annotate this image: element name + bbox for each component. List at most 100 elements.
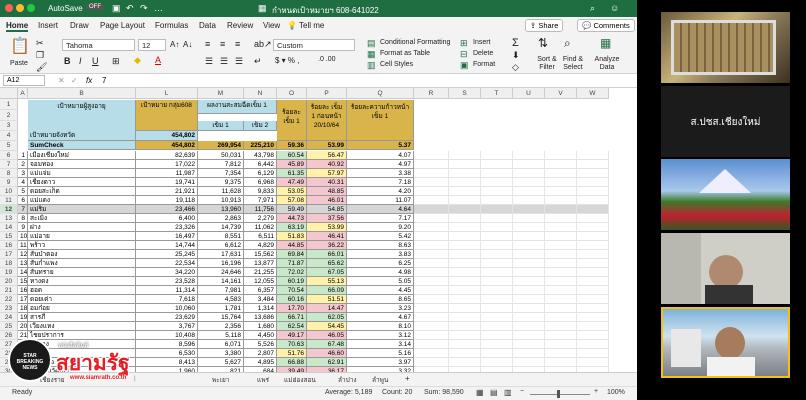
row-number[interactable]: 19: [18, 313, 28, 322]
pct-dose1-cell[interactable]: 60.54: [277, 151, 307, 160]
pct-prev-cell[interactable]: 14.47: [307, 304, 347, 313]
empty-cell[interactable]: [481, 178, 513, 187]
more-icon[interactable]: …: [154, 3, 163, 13]
empty-cell[interactable]: [481, 214, 513, 223]
dose2-cell[interactable]: 5,526: [244, 340, 277, 349]
dose2-cell[interactable]: 1,680: [244, 322, 277, 331]
pct-prev-cell[interactable]: 62.05: [307, 313, 347, 322]
page-break-view-icon[interactable]: ▥: [504, 388, 512, 397]
align-right-icon[interactable]: ☰: [235, 56, 243, 67]
save-icon[interactable]: ▣: [112, 3, 121, 14]
dose2-cell[interactable]: 9,833: [244, 187, 277, 196]
empty-cell[interactable]: [481, 358, 513, 367]
empty-cell[interactable]: [577, 205, 609, 214]
empty-cell[interactable]: [481, 205, 513, 214]
empty-cell[interactable]: [449, 259, 481, 268]
row-header[interactable]: 2: [0, 110, 18, 121]
empty-cell[interactable]: [577, 187, 609, 196]
align-middle-icon[interactable]: ≡: [220, 39, 225, 49]
column-header[interactable]: P: [307, 88, 347, 99]
dose2-cell[interactable]: 4,450: [244, 331, 277, 340]
progress-cell[interactable]: 6.25: [347, 259, 414, 268]
target-cell[interactable]: 19,118: [136, 196, 198, 205]
progress-cell[interactable]: 8.63: [347, 241, 414, 250]
empty-cell[interactable]: [513, 340, 545, 349]
row-number[interactable]: 11: [18, 241, 28, 250]
empty-cell[interactable]: [577, 160, 609, 169]
zoom-slider[interactable]: [530, 394, 590, 395]
tab-page-layout[interactable]: Page Layout: [100, 21, 145, 30]
district-name[interactable]: เมืองเชียงใหม่: [28, 151, 136, 160]
row-header[interactable]: 23: [0, 304, 18, 313]
pct-prev-cell[interactable]: 46.41: [307, 232, 347, 241]
empty-cell[interactable]: [545, 295, 577, 304]
row-number[interactable]: 7: [18, 205, 28, 214]
empty-cell[interactable]: [449, 214, 481, 223]
row-header[interactable]: 14: [0, 223, 18, 232]
row-header[interactable]: 24: [0, 313, 18, 322]
empty-cell[interactable]: [545, 151, 577, 160]
column-header[interactable]: Q: [347, 88, 414, 99]
pct-dose1-cell[interactable]: 61.35: [277, 169, 307, 178]
empty-cell[interactable]: [481, 223, 513, 232]
font-name-field[interactable]: Tahoma: [62, 39, 135, 51]
bold-icon[interactable]: B: [64, 56, 71, 66]
empty-cell[interactable]: [481, 340, 513, 349]
column-header[interactable]: V: [545, 88, 577, 99]
row-header[interactable]: 13: [0, 214, 18, 223]
empty-cell[interactable]: [414, 214, 449, 223]
dose2-cell[interactable]: 13,686: [244, 313, 277, 322]
dose2-cell[interactable]: 6,129: [244, 169, 277, 178]
sort-filter-button[interactable]: Sort & Filter: [534, 56, 560, 72]
pct-dose1-cell[interactable]: 62.54: [277, 322, 307, 331]
empty-cell[interactable]: [414, 268, 449, 277]
empty-cell[interactable]: [414, 304, 449, 313]
empty-cell[interactable]: [577, 349, 609, 358]
empty-cell[interactable]: [545, 286, 577, 295]
cell-styles-button[interactable]: Cell Styles: [380, 61, 413, 68]
column-header[interactable]: B: [28, 88, 136, 99]
column-header[interactable]: O: [277, 88, 307, 99]
empty-cell[interactable]: [481, 169, 513, 178]
clear-icon[interactable]: ◇: [512, 62, 519, 73]
pct-dose1-cell[interactable]: 63.19: [277, 223, 307, 232]
pct-dose1-cell[interactable]: 66.71: [277, 313, 307, 322]
empty-cell[interactable]: [414, 349, 449, 358]
empty-cell[interactable]: [577, 286, 609, 295]
district-name[interactable]: จอมทอง: [28, 160, 136, 169]
row-header[interactable]: 21: [0, 286, 18, 295]
dose1-cell[interactable]: 13,960: [198, 205, 244, 214]
tab-view[interactable]: View: [263, 21, 280, 30]
pct-dose1-cell[interactable]: 45.89: [277, 160, 307, 169]
target-cell[interactable]: 34,220: [136, 268, 198, 277]
row-header[interactable]: 8: [0, 169, 18, 178]
row-header[interactable]: 15: [0, 232, 18, 241]
dose2-cell[interactable]: 21,255: [244, 268, 277, 277]
pct-dose1-cell[interactable]: 70.54: [277, 286, 307, 295]
tab-formulas[interactable]: Formulas: [155, 21, 188, 30]
pct-dose1-cell[interactable]: 49.17: [277, 331, 307, 340]
sheet-tab-5[interactable]: ลำปาง: [338, 375, 357, 385]
empty-cell[interactable]: [545, 187, 577, 196]
dose2-cell[interactable]: 13,877: [244, 259, 277, 268]
dose1-cell[interactable]: 2,863: [198, 214, 244, 223]
empty-cell[interactable]: [449, 286, 481, 295]
row-number[interactable]: 9: [18, 223, 28, 232]
progress-cell[interactable]: 3.83: [347, 250, 414, 259]
empty-cell[interactable]: [414, 232, 449, 241]
row-number[interactable]: 2: [18, 160, 28, 169]
pct-dose1-cell[interactable]: 71.87: [277, 259, 307, 268]
column-header[interactable]: W: [577, 88, 609, 99]
empty-cell[interactable]: [414, 259, 449, 268]
pct-prev-cell[interactable]: 57.97: [307, 169, 347, 178]
column-header[interactable]: R: [414, 88, 449, 99]
progress-cell[interactable]: 4.67: [347, 313, 414, 322]
normal-view-icon[interactable]: ▦: [476, 388, 484, 397]
dose1-cell[interactable]: 7,354: [198, 169, 244, 178]
pct-prev-cell[interactable]: 67.48: [307, 340, 347, 349]
empty-cell[interactable]: [449, 169, 481, 178]
pct-prev-cell[interactable]: 55.13: [307, 277, 347, 286]
font-size-field[interactable]: 12: [138, 39, 166, 51]
dose1-cell[interactable]: 14,739: [198, 223, 244, 232]
dose2-cell[interactable]: 6,968: [244, 178, 277, 187]
